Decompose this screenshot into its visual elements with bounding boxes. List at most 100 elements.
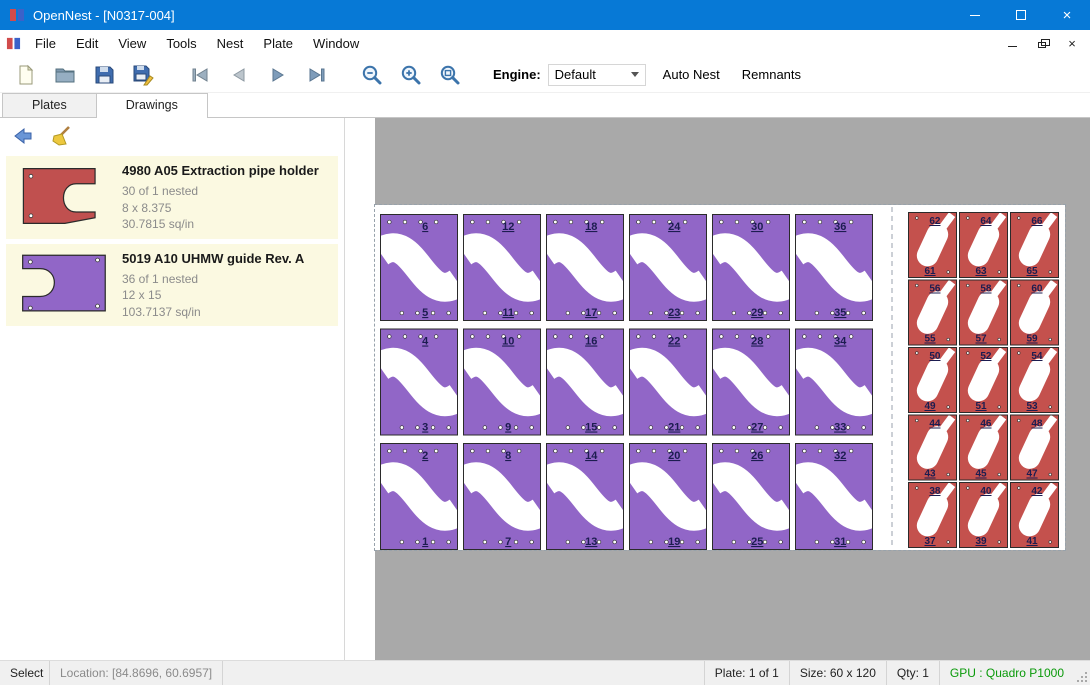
menu-file[interactable]: File xyxy=(25,31,66,56)
nested-part-pair-49-50[interactable]: 5049 xyxy=(908,347,957,413)
nested-part-pair-31-32[interactable]: 3231 xyxy=(795,443,873,550)
main-toolbar: Engine: Default Auto Nest Remnants xyxy=(0,57,1090,93)
mdi-minimize-button[interactable] xyxy=(1002,34,1022,54)
part-number-label: 12 xyxy=(502,221,514,233)
tab-drawings[interactable]: Drawings xyxy=(96,93,208,118)
nest-canvas[interactable]: 6512111817242330293635431091615222128273… xyxy=(345,118,1090,660)
nested-part-pair-5-6[interactable]: 65 xyxy=(380,214,458,321)
mdi-restore-button[interactable] xyxy=(1032,34,1052,54)
part-number-label: 29 xyxy=(751,307,763,319)
menu-bar: FileEditViewToolsNestPlateWindow × xyxy=(0,30,1090,57)
nested-part-pair-29-30[interactable]: 30 29 xyxy=(712,214,790,321)
menu-plate[interactable]: Plate xyxy=(253,31,303,56)
part-number-label: 7 xyxy=(505,536,511,548)
nested-part-pair-61-62[interactable]: 6261 xyxy=(908,212,957,278)
part-number-label: 25 xyxy=(751,536,763,548)
part-number-label: 47 xyxy=(1026,469,1038,480)
nested-part-pair-35-36[interactable]: 3635 xyxy=(795,214,873,321)
first-plate-icon xyxy=(189,64,211,86)
nested-part-pair-39-40[interactable]: 4039 xyxy=(959,482,1008,548)
nested-part-pair-43-44[interactable]: 4443 xyxy=(908,415,957,481)
part-number-label: 39 xyxy=(975,536,987,547)
part-number-label: 2 xyxy=(422,450,428,462)
nested-part-pair-3-4[interactable]: 43 xyxy=(380,329,458,436)
zoom-out-button[interactable] xyxy=(354,60,390,90)
mdi-close-button[interactable]: × xyxy=(1062,34,1082,54)
part-number-label: 56 xyxy=(929,284,941,295)
part-number-label: 34 xyxy=(834,336,847,348)
plate-view[interactable]: 6512111817242330293635431091615222128273… xyxy=(375,205,1065,550)
zoom-in-button[interactable] xyxy=(393,60,429,90)
drawing-list-item[interactable]: 5019 A10 UHMW guide Rev. A36 of 1 nested… xyxy=(6,244,338,327)
drawing-size: 8 x 8.375 xyxy=(122,200,319,217)
new-file-icon xyxy=(15,64,37,86)
first-plate-button[interactable] xyxy=(182,60,218,90)
nested-part-pair-55-56[interactable]: 5655 xyxy=(908,280,957,346)
nested-part-pair-7-8[interactable]: 87 xyxy=(463,443,541,550)
part-number-label: 23 xyxy=(668,307,680,319)
nested-part-pair-45-46[interactable]: 4645 xyxy=(959,415,1008,481)
part-number-label: 62 xyxy=(929,216,941,227)
part-number-label: 8 xyxy=(505,450,511,462)
next-plate-button[interactable] xyxy=(260,60,296,90)
menu-window[interactable]: Window xyxy=(303,31,369,56)
open-file-button[interactable] xyxy=(47,60,83,90)
zoom-out-icon xyxy=(361,64,383,86)
save-as-icon xyxy=(132,64,154,86)
nested-part-pair-23-24[interactable]: 2423 xyxy=(629,214,707,321)
nested-part-pair-19-20[interactable]: 2019 xyxy=(629,443,707,550)
nested-part-pair-9-10[interactable]: 109 xyxy=(463,329,541,436)
minimize-button[interactable] xyxy=(952,0,998,30)
nested-part-pair-65-66[interactable]: 6665 xyxy=(1010,212,1059,278)
menu-edit[interactable]: Edit xyxy=(66,31,108,56)
remnants-button[interactable]: Remnants xyxy=(731,62,812,88)
status-mode: Select xyxy=(0,661,50,685)
close-button[interactable]: × xyxy=(1044,0,1090,30)
plate-navigation-group xyxy=(182,60,338,90)
nested-part-pair-25-26[interactable]: 2625 xyxy=(712,443,790,550)
nested-part-pair-59-60[interactable]: 6059 xyxy=(1010,280,1059,346)
clean-drawings-button[interactable] xyxy=(46,123,76,149)
menu-nest[interactable]: Nest xyxy=(207,31,254,56)
nested-part-pair-27-28[interactable]: 2827 xyxy=(712,329,790,436)
engine-select[interactable]: Default xyxy=(548,64,646,86)
zoom-fit-icon xyxy=(439,64,461,86)
nested-part-pair-51-52[interactable]: 5251 xyxy=(959,347,1008,413)
menu-tools[interactable]: Tools xyxy=(156,31,206,56)
part-number-label: 42 xyxy=(1031,486,1043,497)
save-button[interactable] xyxy=(86,60,122,90)
new-file-button[interactable] xyxy=(8,60,44,90)
nested-part-pair-11-12[interactable]: 1211 xyxy=(463,214,541,321)
nested-part-pair-41-42[interactable]: 4241 xyxy=(1010,482,1059,548)
nested-part-pair-15-16[interactable]: 1615 xyxy=(546,329,624,436)
nested-part-pair-17-18[interactable]: 1817 xyxy=(546,214,624,321)
nested-part-pair-47-48[interactable]: 4847 xyxy=(1010,415,1059,481)
nested-part-pair-57-58[interactable]: 5857 xyxy=(959,280,1008,346)
part-number-label: 30 xyxy=(751,221,763,233)
tab-plates[interactable]: Plates xyxy=(2,93,97,117)
resize-grip[interactable] xyxy=(1074,661,1090,685)
status-spacer xyxy=(223,661,704,685)
flip-part-button[interactable] xyxy=(8,123,38,149)
menu-view[interactable]: View xyxy=(108,31,156,56)
window-controls: × xyxy=(952,0,1090,30)
zoom-fit-button[interactable] xyxy=(432,60,468,90)
zoom-in-icon xyxy=(400,64,422,86)
last-plate-button[interactable] xyxy=(299,60,335,90)
save-as-button[interactable] xyxy=(125,60,161,90)
nested-part-pair-13-14[interactable]: 1413 xyxy=(546,443,624,550)
part-number-label: 33 xyxy=(834,422,846,434)
part-number-label: 20 xyxy=(668,450,680,462)
nested-part-pair-63-64[interactable]: 6463 xyxy=(959,212,1008,278)
drawing-area: 103.7137 sq/in xyxy=(122,304,304,321)
nested-part-pair-21-22[interactable]: 2221 xyxy=(629,329,707,436)
nested-part-pair-37-38[interactable]: 3837 xyxy=(908,482,957,548)
maximize-button[interactable] xyxy=(998,0,1044,30)
auto-nest-button[interactable]: Auto Nest xyxy=(652,62,731,88)
drawing-list-item[interactable]: 4980 A05 Extraction pipe holder30 of 1 n… xyxy=(6,156,338,239)
previous-plate-button[interactable] xyxy=(221,60,257,90)
nested-part-pair-53-54[interactable]: 5453 xyxy=(1010,347,1059,413)
part-number-label: 21 xyxy=(668,422,680,434)
nested-part-pair-1-2[interactable]: 21 xyxy=(380,443,458,550)
nested-part-pair-33-34[interactable]: 34 33 xyxy=(795,329,873,436)
